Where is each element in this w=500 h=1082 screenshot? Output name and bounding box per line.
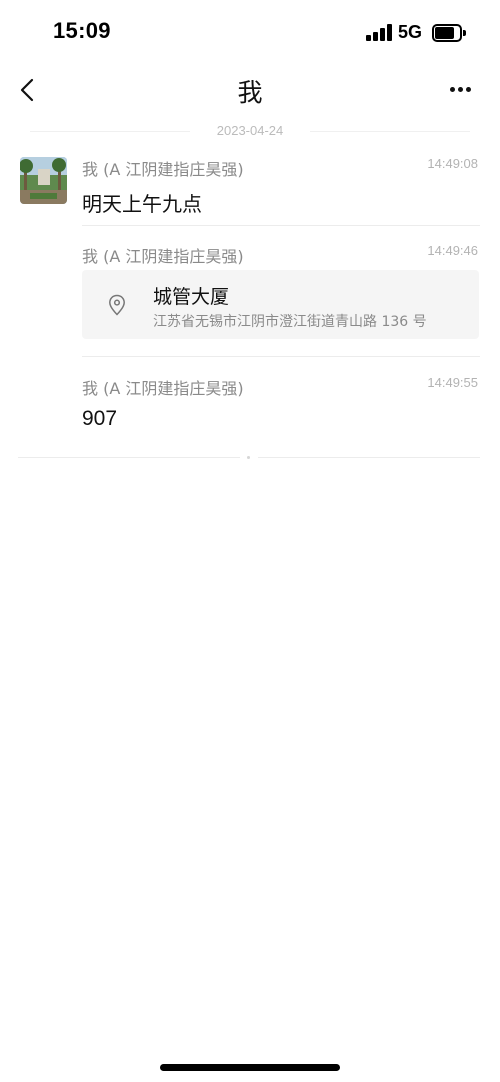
message-time: 14:49:08 (427, 156, 478, 171)
date-divider: 2023-04-24 (0, 121, 500, 141)
message-item[interactable]: 我 (A 江阴建指庄昊强) 14:49:55 907 (82, 375, 480, 431)
location-name: 城管大厦 (153, 286, 230, 308)
message-item[interactable]: 我 (A 江阴建指庄昊强) 14:49:08 明天上午九点 (82, 156, 480, 217)
message-time: 14:49:46 (427, 243, 478, 258)
message-sender: 我 (A 江阴建指庄昊强) (82, 160, 244, 179)
message-text: 907 (82, 407, 118, 430)
message-item: 我 (A 江阴建指庄昊强) 14:49:46 (82, 243, 480, 267)
message-separator (82, 356, 480, 357)
location-address: 江苏省无锡市江阴市澄江街道青山路 136 号 (153, 314, 427, 330)
cellular-signal-icon (366, 24, 392, 41)
location-pin-icon (109, 294, 125, 316)
home-indicator[interactable] (160, 1064, 340, 1071)
page-title: 我 (237, 78, 263, 107)
battery-level-fill (435, 27, 455, 39)
message-time: 14:49:55 (427, 375, 478, 390)
battery-icon (432, 24, 466, 42)
navigation-bar: 我 (0, 66, 500, 114)
network-type-label: 5G (398, 22, 423, 42)
message-sender: 我 (A 江阴建指庄昊强) (82, 247, 244, 266)
more-options-button[interactable] (440, 76, 480, 104)
avatar-image (20, 157, 67, 204)
message-text: 明天上午九点 (82, 192, 202, 216)
chat-history-screen: 15:09 5G 我 2023-04-24 我 (A 江阴建指庄昊强) 14:4… (0, 0, 500, 1082)
message-sender: 我 (A 江阴建指庄昊强) (82, 379, 244, 398)
avatar[interactable] (20, 157, 67, 204)
message-separator (82, 225, 480, 226)
location-card[interactable]: 城管大厦 江苏省无锡市江阴市澄江街道青山路 136 号 (82, 270, 479, 339)
status-time: 15:09 (53, 18, 111, 43)
end-of-history-divider (0, 456, 500, 459)
status-bar: 15:09 5G (0, 0, 500, 66)
